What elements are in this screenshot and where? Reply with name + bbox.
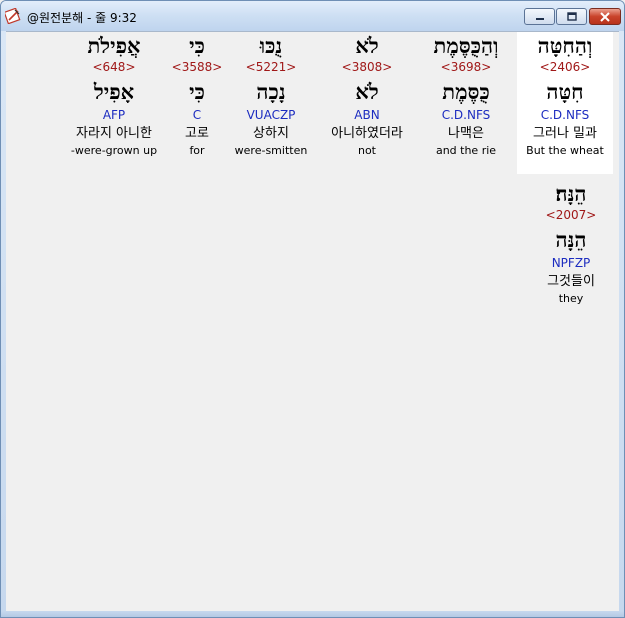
strong-number: <3808> [341, 60, 393, 74]
strong-number: <2406> [539, 60, 591, 74]
korean-gloss: 아니하였더라 [331, 126, 403, 141]
english-gloss: and the rie [435, 144, 497, 157]
word-cell[interactable]: אֲפִילֹת <648> אָפִיל AFP 자라지 아니한 -were-… [64, 32, 164, 157]
hebrew-word: לֹא [355, 33, 379, 58]
close-button[interactable] [589, 8, 621, 25]
english-gloss: But the wheat [526, 144, 604, 157]
app-icon [5, 8, 21, 24]
morph-code: AFP [102, 108, 126, 122]
interlinear-view[interactable]: וְהַחִטָּה <2406> חִטָּה C.D.NFS 그러나 밀과 … [6, 31, 619, 612]
strong-number: <2007> [545, 208, 597, 222]
english-gloss: they [558, 292, 584, 305]
english-gloss: not [357, 144, 376, 157]
hebrew-word: אֲפִילֹת [87, 33, 141, 58]
app-window: @원전분해 - 줄 9:32 וְהַחִטָּה <2406> חִטָּה … [0, 0, 625, 618]
maximize-icon [566, 11, 577, 21]
maximize-button[interactable] [556, 8, 587, 25]
morph-code: C.D.NFS [441, 108, 491, 122]
close-icon [600, 11, 610, 22]
strong-number: <648> [92, 60, 136, 74]
word-cell[interactable]: הֵנָּה׃ <2007> הֵנָּה NPFZP 그것들이 they [523, 180, 619, 305]
strong-number: <3698> [440, 60, 492, 74]
korean-gloss: 자라지 아니한 [76, 126, 152, 141]
korean-gloss: 그러나 밀과 [533, 126, 597, 141]
english-gloss: -were-grown up [70, 144, 158, 157]
hebrew-word: וְהַחִטָּה [537, 33, 593, 58]
korean-gloss: 나맥은 [448, 126, 484, 141]
morph-code: ABN [354, 108, 380, 122]
hebrew-word: וְהַכֻּסֶּמֶת [433, 33, 499, 58]
hebrew-word: הֵנָּה׃ [555, 181, 587, 206]
word-cell[interactable]: וְהַחִטָּה <2406> חִטָּה C.D.NFS 그러나 밀과 … [517, 32, 613, 174]
morph-code: C.D.NFS [540, 108, 590, 122]
window-title: @원전분해 - 줄 9:32 [27, 11, 137, 25]
window-bottom-border [1, 611, 624, 617]
word-cell[interactable]: וְהַכֻּסֶּמֶת <3698> כֻּסֶּמֶת C.D.NFS 나… [418, 32, 514, 157]
hebrew-root: חִטָּה [546, 79, 584, 104]
hebrew-root: הֵנָּה [555, 227, 587, 252]
minimize-button[interactable] [524, 8, 555, 25]
korean-gloss: 그것들이 [547, 274, 595, 289]
morph-code: NPFZP [551, 256, 591, 270]
hebrew-root: לֹא [355, 79, 379, 104]
hebrew-root: אָפִיל [93, 79, 135, 104]
title-bar[interactable]: @원전분해 - 줄 9:32 [1, 1, 624, 31]
minimize-icon [535, 17, 544, 20]
hebrew-root: כֻּסֶּמֶת [442, 79, 490, 104]
word-cell[interactable]: לֹא <3808> לֹא ABN 아니하였더라 not [319, 32, 415, 157]
